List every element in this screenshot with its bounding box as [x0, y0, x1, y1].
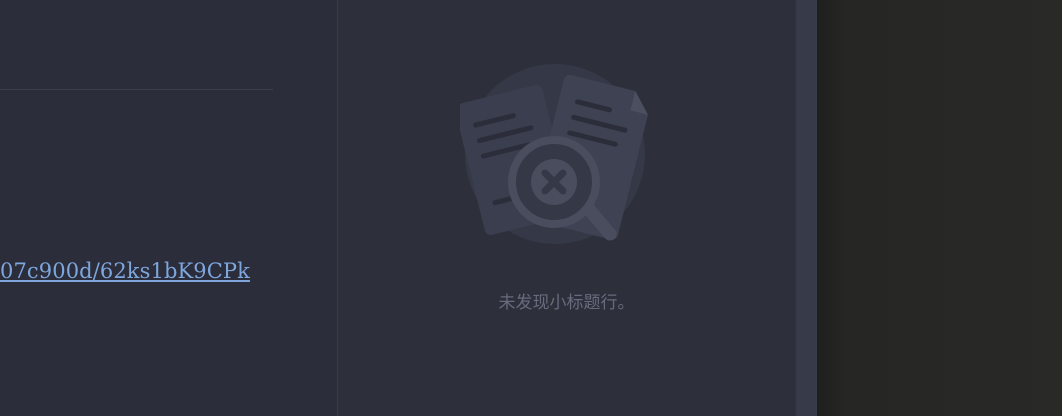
- scrollbar-edge: [795, 0, 796, 416]
- horizontal-rule: [0, 89, 273, 90]
- outline-panel: 未发现小标题行。: [338, 0, 795, 416]
- no-results-icon: [454, 62, 650, 256]
- scrollbar-track[interactable]: [795, 0, 817, 416]
- editor-pane: 07c900d/62ks1bK9CPk: [0, 0, 337, 416]
- empty-message: 未发现小标题行。: [498, 293, 635, 313]
- right-pane: [817, 0, 1062, 416]
- editor-link[interactable]: 07c900d/62ks1bK9CPk: [0, 256, 250, 286]
